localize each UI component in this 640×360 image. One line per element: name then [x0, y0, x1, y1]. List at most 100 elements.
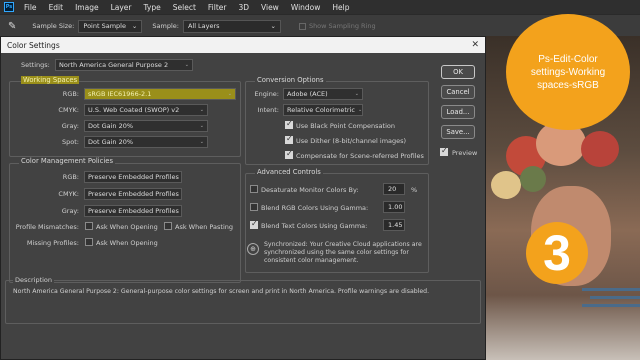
ws-cmyk-value: U.S. Web Coated (SWOP) v2	[88, 106, 180, 114]
desaturate-checkbox[interactable]	[250, 185, 258, 193]
dialog-titlebar: Color Settings ✕	[1, 37, 485, 53]
leaf-decoration	[520, 166, 546, 192]
ws-cmyk-select[interactable]: U.S. Web Coated (SWOP) v2 ⌄	[84, 104, 208, 116]
menu-edit[interactable]: Edit	[43, 3, 70, 12]
stripe-decoration	[582, 288, 640, 291]
dither-checkbox[interactable]	[285, 134, 293, 144]
sample-size-label: Sample Size:	[32, 22, 75, 30]
color-settings-dialog: Color Settings ✕ Settings: North America…	[0, 36, 486, 360]
menu-file[interactable]: File	[18, 3, 43, 12]
settings-value: North America General Purpose 2	[59, 61, 169, 69]
ws-rgb-label: RGB:	[62, 90, 79, 98]
menu-image[interactable]: Image	[69, 3, 105, 12]
chevron-down-icon: ⌄	[199, 139, 204, 145]
description-title: Description	[13, 276, 55, 284]
preview-checkbox[interactable]	[440, 146, 448, 156]
blend-text-checkbox[interactable]	[250, 219, 258, 229]
preview-label: Preview	[452, 149, 478, 157]
settings-select[interactable]: North America General Purpose 2 ⌄	[55, 59, 193, 71]
policy-cmyk-label: CMYK:	[58, 190, 79, 198]
stripe-decoration	[582, 304, 640, 307]
sample-label: Sample:	[152, 22, 179, 30]
ws-rgb-select[interactable]: sRGB IEC61966-2.1 ⌄	[84, 88, 236, 100]
ok-button[interactable]: OK	[441, 65, 475, 79]
policy-cmyk-value: Preserve Embedded Profiles	[88, 190, 179, 198]
intent-select[interactable]: Relative Colorimetric ⌄	[283, 104, 363, 116]
menu-view[interactable]: View	[255, 3, 285, 12]
black-point-checkbox[interactable]	[285, 119, 293, 129]
ws-gray-value: Dot Gain 20%	[88, 122, 134, 130]
policy-rgb-select[interactable]: Preserve Embedded Profiles⌄	[84, 171, 182, 183]
policy-cmyk-select[interactable]: Preserve Embedded Profiles⌄	[84, 188, 182, 200]
dialog-title: Color Settings	[7, 40, 60, 50]
desaturate-label: Desaturate Monitor Colors By:	[261, 186, 359, 194]
dither-label: Use Dither (8-bit/channel images)	[296, 137, 407, 145]
ws-gray-select[interactable]: Dot Gain 20% ⌄	[84, 120, 208, 132]
sample-value: All Layers	[187, 22, 220, 30]
menu-select[interactable]: Select	[167, 3, 202, 12]
settings-label: Settings:	[21, 61, 50, 69]
description-text: North America General Purpose 2: General…	[13, 288, 430, 295]
engine-select[interactable]: Adobe (ACE) ⌄	[283, 88, 363, 100]
ws-cmyk-label: CMYK:	[58, 106, 79, 114]
blend-rgb-input[interactable]: 1.00	[383, 201, 405, 213]
engine-value: Adobe (ACE)	[287, 90, 328, 98]
close-icon[interactable]: ✕	[471, 40, 479, 50]
mismatch-ask-pasting-checkbox[interactable]	[164, 222, 172, 230]
sample-select[interactable]: All Layers ⌄	[182, 19, 281, 33]
show-sampling-ring-checkbox[interactable]	[298, 22, 306, 30]
sample-size-value: Point Sample	[83, 22, 126, 30]
blend-text-input[interactable]: 1.45	[383, 219, 405, 231]
policy-rgb-label: RGB:	[62, 173, 79, 181]
chevron-down-icon: ⌄	[354, 91, 359, 97]
eyedropper-icon[interactable]: ✎	[8, 21, 16, 32]
missing-ask-opening-checkbox[interactable]	[85, 238, 93, 246]
cancel-button[interactable]: Cancel	[441, 85, 475, 99]
policies-title: Color Management Policies	[19, 157, 115, 165]
menu-3d[interactable]: 3D	[232, 3, 255, 12]
policy-gray-select[interactable]: Preserve Embedded Profiles⌄	[84, 205, 182, 217]
chevron-down-icon: ⌄	[358, 107, 363, 113]
chevron-down-icon: ⌄	[199, 123, 204, 129]
working-spaces-title: Working Spaces	[21, 76, 80, 84]
chevron-down-icon: ⌄	[227, 91, 232, 97]
chevron-down-icon: ⌄	[199, 107, 204, 113]
compensate-checkbox[interactable]	[285, 149, 293, 159]
tutorial-callout-bubble: Ps-Edit-Color settings-Working spaces-sR…	[506, 14, 630, 130]
menu-layer[interactable]: Layer	[105, 3, 138, 12]
menu-bar: Ps File Edit Image Layer Type Select Fil…	[0, 0, 640, 14]
menu-window[interactable]: Window	[285, 3, 327, 12]
photoshop-logo-icon[interactable]: Ps	[4, 2, 14, 12]
sync-icon: ⊕	[247, 243, 259, 255]
policy-gray-value: Preserve Embedded Profiles	[88, 207, 179, 215]
description-group	[5, 280, 481, 324]
save-button[interactable]: Save...	[441, 125, 475, 139]
sync-message: Synchronized: Your Creative Cloud applic…	[264, 241, 422, 264]
intent-label: Intent:	[257, 106, 279, 114]
sample-size-select[interactable]: Point Sample ⌄	[78, 19, 143, 33]
flower-decoration	[581, 131, 619, 167]
blend-rgb-checkbox[interactable]	[250, 203, 258, 211]
load-button[interactable]: Load...	[441, 105, 475, 119]
desaturate-input[interactable]: 20	[383, 183, 405, 195]
chevron-down-icon: ⌄	[270, 22, 276, 30]
menu-help[interactable]: Help	[326, 3, 355, 12]
black-point-label: Use Black Point Compensation	[296, 122, 395, 130]
menu-type[interactable]: Type	[138, 3, 167, 12]
profile-mismatches-label: Profile Mismatches:	[15, 223, 79, 231]
menu-filter[interactable]: Filter	[202, 3, 233, 12]
step-number-badge: 3	[526, 222, 588, 284]
chevron-down-icon: ⌄	[184, 62, 189, 68]
show-sampling-ring-label: Show Sampling Ring	[308, 22, 376, 30]
missing-profiles-label: Missing Profiles:	[26, 239, 79, 247]
mismatch-ask-opening-checkbox[interactable]	[85, 222, 93, 230]
ws-spot-value: Dot Gain 20%	[88, 138, 134, 146]
policy-rgb-value: Preserve Embedded Profiles	[88, 173, 179, 181]
policy-gray-label: Gray:	[61, 207, 79, 215]
ws-spot-select[interactable]: Dot Gain 20% ⌄	[84, 136, 208, 148]
ws-spot-label: Spot:	[62, 138, 79, 146]
show-sampling-ring-option[interactable]: Show Sampling Ring	[298, 22, 376, 30]
stripe-decoration	[590, 296, 640, 299]
blend-text-label: Blend Text Colors Using Gamma:	[261, 222, 368, 230]
advanced-controls-title: Advanced Controls	[255, 168, 323, 176]
